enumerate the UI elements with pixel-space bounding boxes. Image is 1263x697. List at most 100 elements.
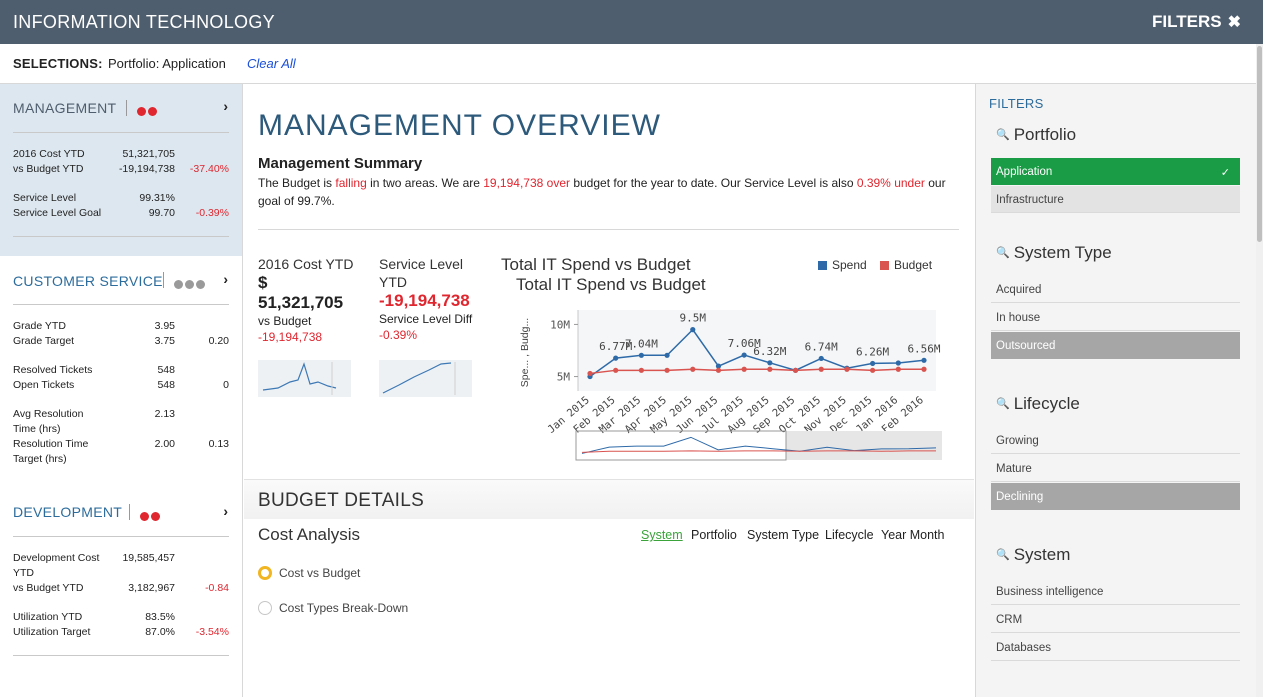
filter-option-infrastructure[interactable]: Infrastructure xyxy=(991,186,1240,213)
kpi-label: Time (hrs) xyxy=(13,423,61,435)
legend-spend[interactable]: Spend xyxy=(818,258,867,272)
kpi-value: 99.31% xyxy=(139,192,175,204)
portfolio-filter-title[interactable]: 🔍 Portfolio xyxy=(996,125,1076,145)
app-title: INFORMATION TECHNOLOGY xyxy=(13,12,275,32)
summary-text-part: budget for the year to date. Our Service… xyxy=(570,176,857,190)
chevron-right-icon[interactable]: › xyxy=(223,98,228,114)
summary-highlight: falling xyxy=(335,176,367,190)
filter-option-label: Acquired xyxy=(996,284,1042,296)
filter-option-growing[interactable]: Growing xyxy=(991,427,1240,454)
sparkline-chart xyxy=(262,362,337,395)
cost-ytd-kpi[interactable]: 2016 Cost YTD $ 51,321,705 vs Budget -19… xyxy=(258,255,368,345)
filter-option-application[interactable]: Application ✓ xyxy=(991,158,1240,185)
lifecycle-filter-title[interactable]: 🔍 Lifecycle xyxy=(996,394,1080,414)
divider xyxy=(13,132,229,133)
cost-sparkline[interactable] xyxy=(258,360,351,397)
spend-budget-chart[interactable]: 10M5MSpe... , Budg... 6.77M7.04M9.5M7.06M… xyxy=(500,304,950,464)
filter-option-outsourced[interactable]: Outsourced xyxy=(991,332,1240,359)
data-label: 7.04M xyxy=(625,337,658,350)
data-point-budget xyxy=(895,366,901,372)
data-point-budget xyxy=(792,367,799,373)
filter-option-declining[interactable]: Declining xyxy=(991,483,1240,510)
radio-cost-vs-budget[interactable]: Cost vs Budget xyxy=(258,566,360,580)
kpi-value: 548 xyxy=(157,379,175,391)
selection-chip[interactable]: Portfolio: Application xyxy=(108,56,226,71)
data-point-spend xyxy=(921,357,927,363)
data-point-budget xyxy=(664,367,670,373)
status-dot-gray xyxy=(185,280,194,289)
kpi-label: Resolution Time xyxy=(13,438,89,450)
tab-system[interactable]: System xyxy=(641,528,683,542)
close-icon[interactable]: ✖ xyxy=(1228,14,1241,31)
customer-service-section[interactable]: CUSTOMER SERVICE › Grade YTD 3.95 Grade … xyxy=(0,256,242,488)
customer-service-title: CUSTOMER SERVICE xyxy=(13,273,163,289)
data-point-budget xyxy=(741,366,747,372)
kpi-label: 2016 Cost YTD xyxy=(13,148,85,160)
filters-toggle-button[interactable]: FILTERS ✖ xyxy=(1152,12,1241,32)
page-title: MANAGEMENT OVERVIEW xyxy=(258,109,661,142)
left-panel: MANAGEMENT › 2016 Cost YTD 51,321,705 vs… xyxy=(0,84,243,697)
chart-title: Total IT Spend vs Budget xyxy=(501,255,691,274)
tab-lifecycle[interactable]: Lifecycle xyxy=(825,528,874,542)
data-point-spend xyxy=(870,360,876,367)
data-point-spend xyxy=(895,360,901,366)
system-filter-title[interactable]: 🔍 System xyxy=(996,545,1070,565)
summary-text-part: in two areas. We are xyxy=(366,176,484,190)
kpi-label: Utilization Target xyxy=(13,626,91,638)
filter-option-in-house[interactable]: In house xyxy=(991,304,1240,331)
data-point-budget xyxy=(638,367,644,373)
chevron-right-icon[interactable]: › xyxy=(223,503,228,519)
scrollbar-thumb[interactable] xyxy=(1257,46,1262,242)
filter-option-label: Infrastructure xyxy=(996,194,1064,206)
kpi-value: 87.0% xyxy=(145,626,175,638)
divider xyxy=(13,236,229,237)
divider xyxy=(129,504,130,520)
summary-text-part: The Budget is xyxy=(258,176,336,190)
divider xyxy=(126,100,127,116)
search-icon: 🔍 xyxy=(996,398,1010,410)
sparkline-chart xyxy=(382,362,456,395)
status-dots xyxy=(137,103,159,121)
kpi-delta: -3.54% xyxy=(195,626,229,638)
filter-option-databases[interactable]: Databases xyxy=(991,634,1240,661)
kpi-label: Development Cost xyxy=(13,552,100,564)
filter-option-business-intelligence[interactable]: Business intelligence xyxy=(991,578,1240,605)
kpi-label: Open Tickets xyxy=(13,379,75,391)
divider xyxy=(13,655,229,656)
filter-option-mature[interactable]: Mature xyxy=(991,455,1240,482)
legend-swatch xyxy=(818,261,827,270)
chevron-right-icon[interactable]: › xyxy=(223,271,228,287)
clear-all-link[interactable]: Clear All xyxy=(247,56,296,71)
kpi-delta: -0.84 xyxy=(205,582,229,594)
data-point-spend xyxy=(638,352,644,358)
service-level-kpi[interactable]: Service Level YTD -19,194,738 Service Le… xyxy=(379,255,499,343)
data-point-budget xyxy=(921,366,927,372)
data-point-budget xyxy=(818,366,824,372)
radio-cost-types[interactable]: Cost Types Break-Down xyxy=(258,601,408,615)
tab-year-month[interactable]: Year Month xyxy=(881,528,944,542)
legend-budget[interactable]: Budget xyxy=(880,258,932,272)
data-point-spend xyxy=(741,352,747,358)
kpi-sub-value: -19,194,738 xyxy=(258,330,323,344)
kpi-delta: 0 xyxy=(223,379,229,391)
search-icon: 🔍 xyxy=(996,129,1010,141)
filter-option-label: Declining xyxy=(996,491,1044,503)
management-title: MANAGEMENT xyxy=(13,100,117,116)
filter-title-label: System xyxy=(1013,545,1071,564)
status-dot-gray xyxy=(196,280,205,289)
data-point-budget xyxy=(587,370,593,377)
development-section[interactable]: DEVELOPMENT › Development Cost YTD 19,58… xyxy=(0,488,242,697)
system-type-filter-title[interactable]: 🔍 System Type xyxy=(996,243,1112,263)
filter-option-crm[interactable]: CRM xyxy=(991,606,1240,633)
data-label: 6.74M xyxy=(805,340,838,353)
management-section[interactable]: MANAGEMENT › 2016 Cost YTD 51,321,705 vs… xyxy=(0,84,242,256)
y-axis-label: Spe... , Budg... xyxy=(519,318,531,387)
radio-selected-icon xyxy=(258,566,272,580)
filter-option-acquired[interactable]: Acquired xyxy=(991,276,1240,303)
tab-system-type[interactable]: System Type xyxy=(747,528,819,542)
data-label: 6.56M xyxy=(907,342,940,355)
selections-label: SELECTIONS: xyxy=(13,56,103,71)
tab-portfolio[interactable]: Portfolio xyxy=(691,528,737,542)
divider xyxy=(13,536,229,537)
service-sparkline[interactable] xyxy=(379,360,472,397)
